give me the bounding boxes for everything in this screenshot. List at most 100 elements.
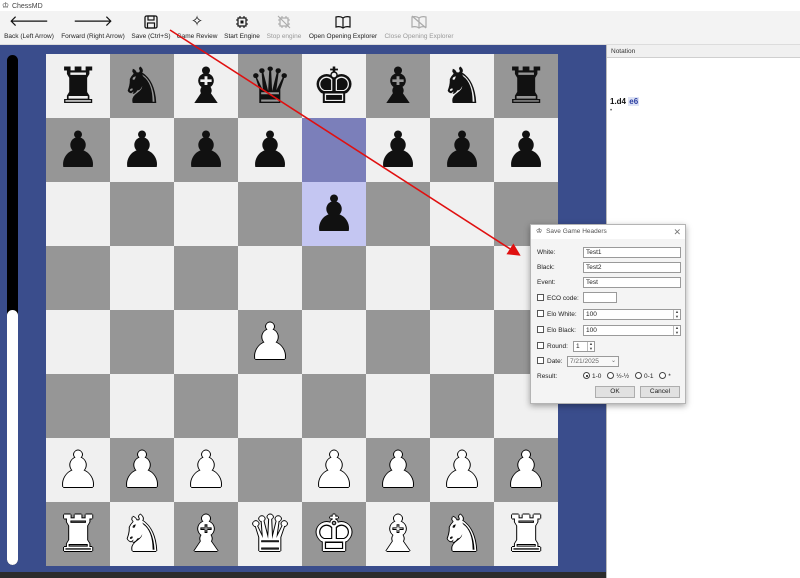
square-c4[interactable] bbox=[174, 310, 238, 374]
radio-unknown[interactable] bbox=[659, 372, 667, 379]
white-queen-icon[interactable]: ♛ bbox=[248, 502, 293, 566]
elo-white-spin-icon[interactable]: ▲ ▼ bbox=[673, 309, 680, 319]
move-white[interactable]: 1.d4 bbox=[610, 97, 626, 106]
back-button[interactable]: 🡐 Back (Left Arrow) bbox=[3, 11, 55, 45]
white-bishop-icon[interactable]: ♝ bbox=[376, 502, 421, 566]
black-pawn-icon[interactable]: ♟ bbox=[248, 118, 293, 182]
square-d5[interactable] bbox=[238, 246, 302, 310]
square-b8[interactable]: ♞ bbox=[110, 54, 174, 118]
square-a6[interactable] bbox=[46, 182, 110, 246]
radio-0-1[interactable] bbox=[635, 372, 643, 379]
start-engine-button[interactable]: Start Engine bbox=[223, 11, 261, 45]
square-g6[interactable] bbox=[430, 182, 494, 246]
close-opening-explorer-button[interactable]: Close Opening Explorer bbox=[383, 11, 455, 45]
square-a8[interactable]: ♜ bbox=[46, 54, 110, 118]
white-bishop-icon[interactable]: ♝ bbox=[184, 502, 229, 566]
result-option-unknown[interactable]: * bbox=[659, 372, 671, 380]
move-black-current[interactable]: e6 bbox=[628, 97, 640, 106]
white-pawn-icon[interactable]: ♟ bbox=[184, 438, 229, 502]
square-e2[interactable]: ♟ bbox=[302, 438, 366, 502]
white-pawn-icon[interactable]: ♟ bbox=[312, 438, 357, 502]
square-d8[interactable]: ♛ bbox=[238, 54, 302, 118]
black-king-icon[interactable]: ♚ bbox=[312, 54, 357, 118]
square-h7[interactable]: ♟ bbox=[494, 118, 558, 182]
square-g3[interactable] bbox=[430, 374, 494, 438]
square-a3[interactable] bbox=[46, 374, 110, 438]
white-rook-icon[interactable]: ♜ bbox=[504, 502, 549, 566]
black-pawn-icon[interactable]: ♟ bbox=[504, 118, 549, 182]
radio-draw[interactable] bbox=[607, 372, 615, 379]
white-king-icon[interactable]: ♚ bbox=[312, 502, 357, 566]
result-option-draw[interactable]: ½-½ bbox=[607, 372, 629, 380]
black-pawn-icon[interactable]: ♟ bbox=[184, 118, 229, 182]
black-field[interactable]: Test2 bbox=[583, 262, 681, 273]
square-e3[interactable] bbox=[302, 374, 366, 438]
open-opening-explorer-button[interactable]: Open Opening Explorer bbox=[307, 11, 379, 45]
game-review-button[interactable]: ✧ Game Review bbox=[176, 11, 218, 45]
elo-white-stepper[interactable]: 100 ▲ ▼ bbox=[583, 309, 681, 320]
close-icon[interactable]: ✕ bbox=[673, 225, 681, 239]
square-g4[interactable] bbox=[430, 310, 494, 374]
square-b7[interactable]: ♟ bbox=[110, 118, 174, 182]
square-a7[interactable]: ♟ bbox=[46, 118, 110, 182]
elo-black-stepper[interactable]: 100 ▲ ▼ bbox=[583, 325, 681, 336]
square-f5[interactable] bbox=[366, 246, 430, 310]
round-stepper[interactable]: 1 ▲ ▼ bbox=[573, 341, 595, 352]
stop-engine-button[interactable]: Stop engine bbox=[265, 11, 303, 45]
square-c5[interactable] bbox=[174, 246, 238, 310]
square-e8[interactable]: ♚ bbox=[302, 54, 366, 118]
white-pawn-icon[interactable]: ♟ bbox=[120, 438, 165, 502]
black-pawn-icon[interactable]: ♟ bbox=[312, 182, 357, 246]
square-a4[interactable] bbox=[46, 310, 110, 374]
square-f2[interactable]: ♟ bbox=[366, 438, 430, 502]
square-b6[interactable] bbox=[110, 182, 174, 246]
square-b2[interactable]: ♟ bbox=[110, 438, 174, 502]
square-d2[interactable] bbox=[238, 438, 302, 502]
black-knight-icon[interactable]: ♞ bbox=[120, 54, 165, 118]
white-pawn-icon[interactable]: ♟ bbox=[376, 438, 421, 502]
round-spin-icon[interactable]: ▲ ▼ bbox=[587, 341, 594, 351]
black-pawn-icon[interactable]: ♟ bbox=[120, 118, 165, 182]
date-picker[interactable]: 7/21/2025 ⌄ bbox=[567, 356, 619, 367]
ok-button[interactable]: OK bbox=[595, 386, 635, 398]
white-pawn-icon[interactable]: ♟ bbox=[440, 438, 485, 502]
square-e7[interactable] bbox=[302, 118, 366, 182]
square-c8[interactable]: ♝ bbox=[174, 54, 238, 118]
result-option-1-0[interactable]: 1-0 bbox=[583, 372, 601, 380]
black-knight-icon[interactable]: ♞ bbox=[440, 54, 485, 118]
square-f4[interactable] bbox=[366, 310, 430, 374]
black-bishop-icon[interactable]: ♝ bbox=[376, 54, 421, 118]
round-checkbox[interactable] bbox=[537, 342, 544, 349]
elo-white-checkbox[interactable] bbox=[537, 310, 544, 317]
square-d3[interactable] bbox=[238, 374, 302, 438]
event-field[interactable]: Test bbox=[583, 277, 681, 288]
square-d6[interactable] bbox=[238, 182, 302, 246]
elo-black-spin-icon[interactable]: ▲ ▼ bbox=[673, 325, 680, 335]
square-d7[interactable]: ♟ bbox=[238, 118, 302, 182]
square-f3[interactable] bbox=[366, 374, 430, 438]
square-b5[interactable] bbox=[110, 246, 174, 310]
radio-1-0[interactable] bbox=[583, 372, 590, 379]
square-c2[interactable]: ♟ bbox=[174, 438, 238, 502]
chess-board[interactable]: ♜ ♞ ♝ ♛ ♚ ♝ ♞ ♜ ♟ ♟ ♟ ♟ ♟ ♟ ♟ ♟ ♟ ♟ ♟ ♟ ♟ ♟ ♟ ♟ ♜ ♞ ♝ ♛ ♚ ♝ ♞ ♜ bbox=[46, 54, 558, 566]
white-field[interactable]: Test1 bbox=[583, 247, 681, 258]
square-d1[interactable]: ♛ bbox=[238, 502, 302, 566]
black-pawn-icon[interactable]: ♟ bbox=[440, 118, 485, 182]
square-e1[interactable]: ♚ bbox=[302, 502, 366, 566]
square-g8[interactable]: ♞ bbox=[430, 54, 494, 118]
square-f6[interactable] bbox=[366, 182, 430, 246]
elo-black-checkbox[interactable] bbox=[537, 326, 544, 333]
square-g1[interactable]: ♞ bbox=[430, 502, 494, 566]
forward-button[interactable]: 🡒 Forward (Right Arrow) bbox=[60, 11, 126, 45]
white-knight-icon[interactable]: ♞ bbox=[120, 502, 165, 566]
black-rook-icon[interactable]: ♜ bbox=[504, 54, 549, 118]
square-c6[interactable] bbox=[174, 182, 238, 246]
white-knight-icon[interactable]: ♞ bbox=[440, 502, 485, 566]
square-b3[interactable] bbox=[110, 374, 174, 438]
eco-field[interactable] bbox=[583, 292, 617, 303]
white-rook-icon[interactable]: ♜ bbox=[56, 502, 101, 566]
square-f7[interactable]: ♟ bbox=[366, 118, 430, 182]
square-h1[interactable]: ♜ bbox=[494, 502, 558, 566]
square-b4[interactable] bbox=[110, 310, 174, 374]
black-bishop-icon[interactable]: ♝ bbox=[184, 54, 229, 118]
